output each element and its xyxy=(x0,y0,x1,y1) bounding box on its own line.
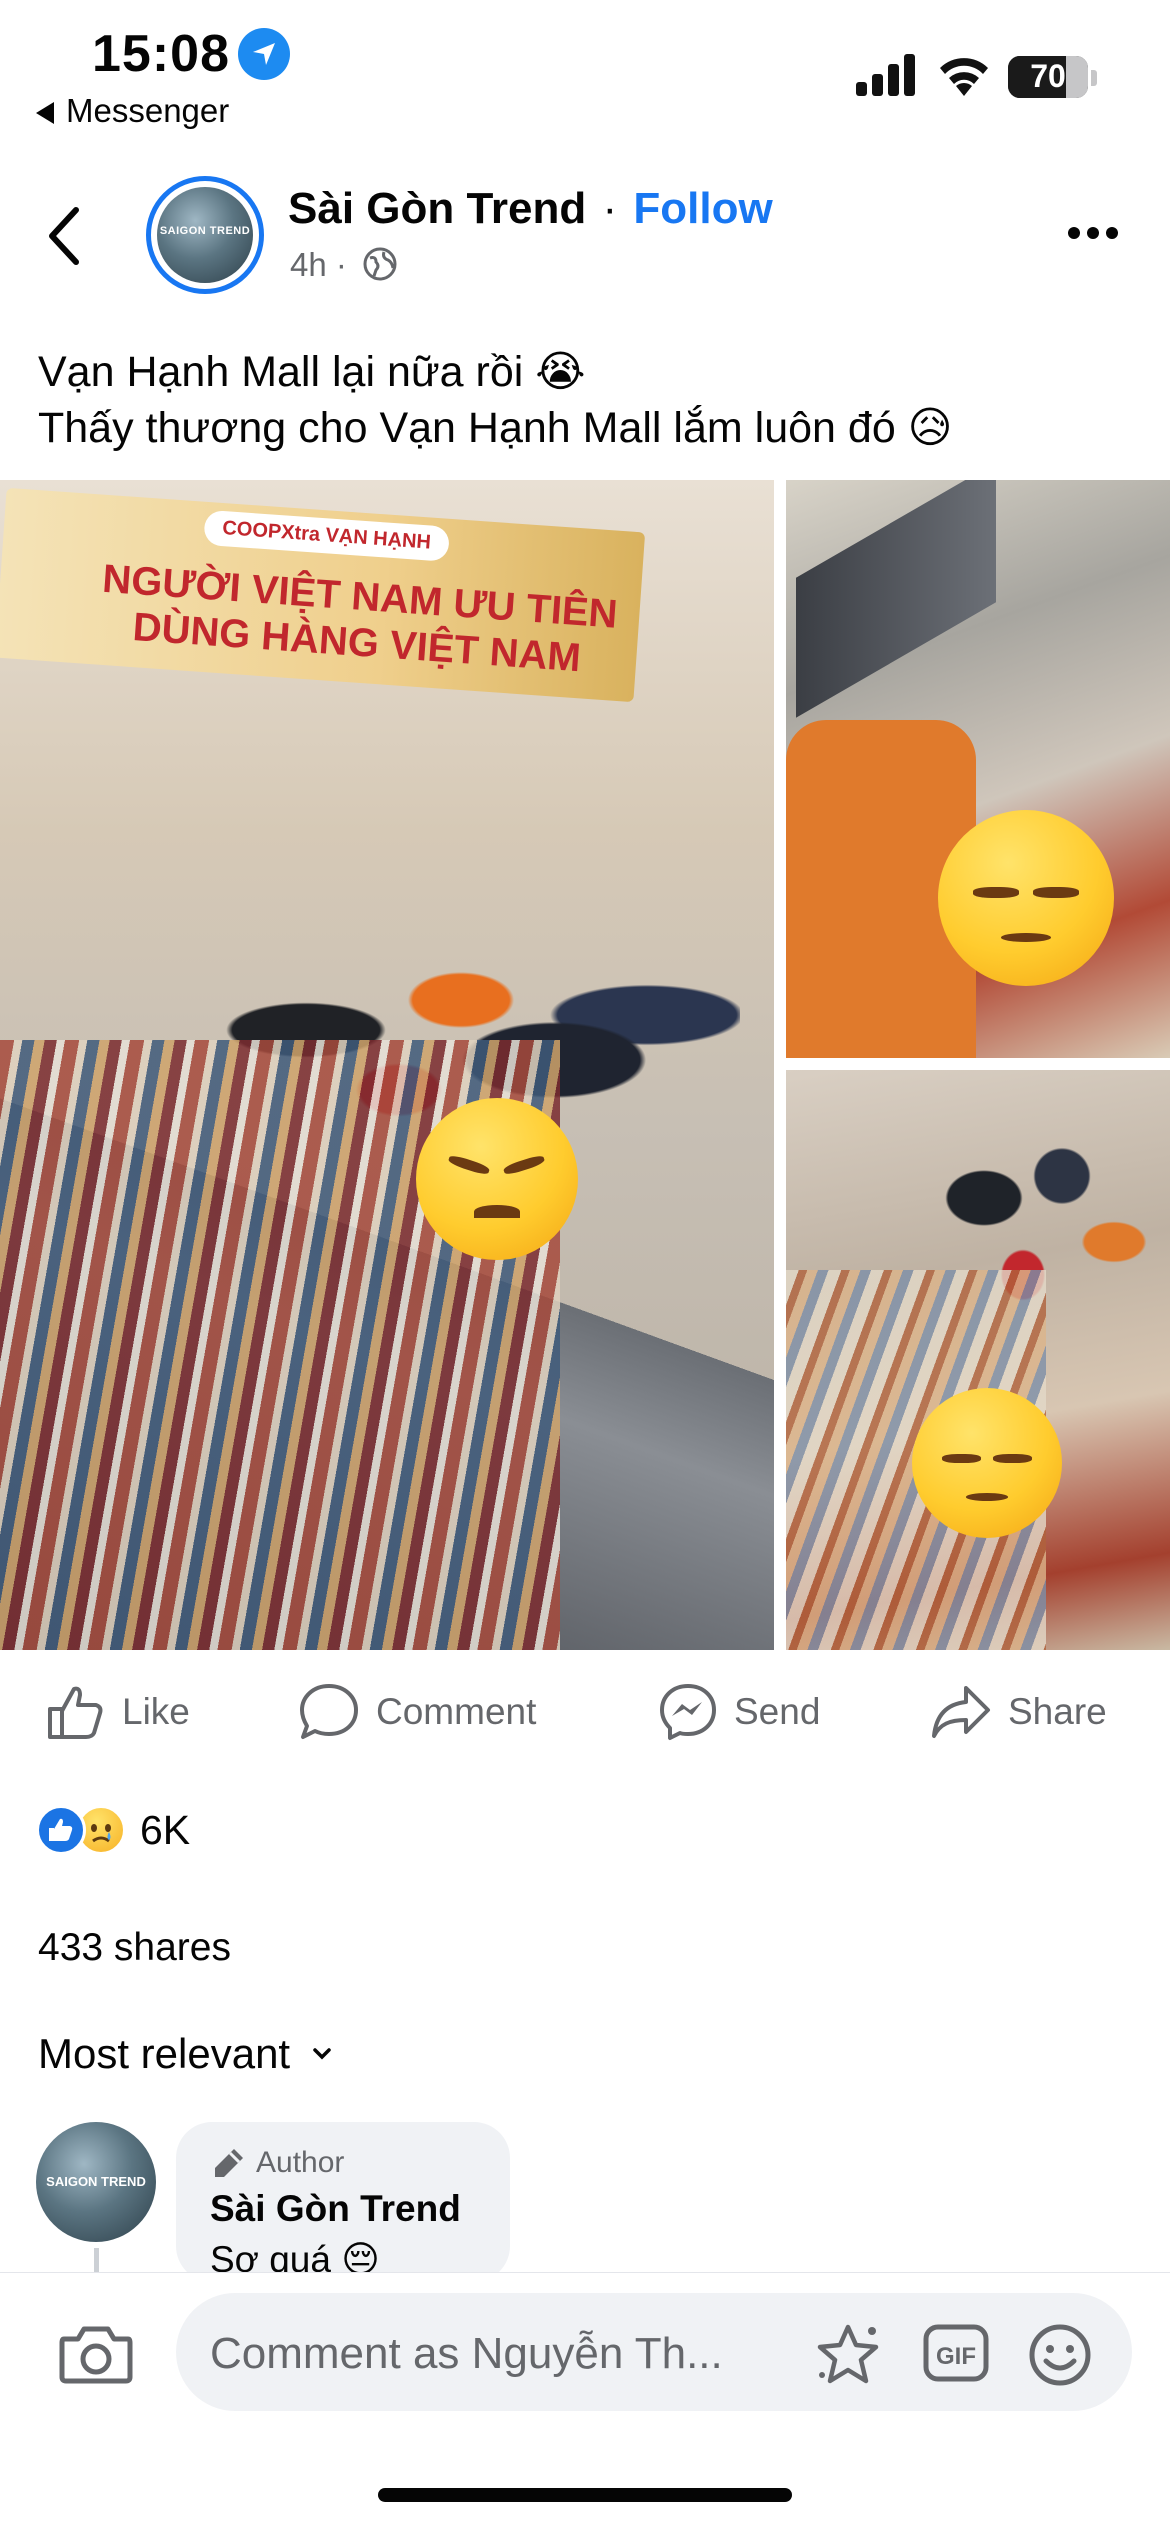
gif-icon[interactable]: GIF xyxy=(922,2323,990,2383)
cellular-signal-icon xyxy=(856,54,915,96)
banner-logo: COOPXtra VẠN HẠNH xyxy=(203,509,450,562)
share-count[interactable]: 433 shares xyxy=(38,1926,231,1970)
avatar-sticker-icon[interactable] xyxy=(812,2323,884,2387)
comment-button[interactable]: Comment xyxy=(298,1682,536,1742)
post-caption: Vạn Hạnh Mall lại nữa rồi 😭 Thấy thương … xyxy=(38,344,1138,456)
back-chevron-icon[interactable] xyxy=(46,206,82,266)
emoji-icon[interactable] xyxy=(1028,2323,1092,2387)
author-badge-label: Author xyxy=(256,2146,345,2179)
messenger-icon xyxy=(660,1684,716,1740)
globe-icon xyxy=(363,247,397,281)
more-options-icon[interactable] xyxy=(1068,226,1125,244)
page-avatar-text: SAIGON TREND xyxy=(159,225,251,237)
location-arrow-icon xyxy=(238,28,290,80)
comment-input[interactable]: Comment as Nguyễn Th... GIF xyxy=(176,2293,1132,2411)
share-button[interactable]: Share xyxy=(930,1682,1107,1742)
camera-icon[interactable] xyxy=(58,2323,134,2385)
caption-line-2: Thấy thương cho Vạn Hạnh Mall lắm luôn đ… xyxy=(38,404,953,452)
like-button[interactable]: Like xyxy=(46,1682,190,1742)
share-arrow-icon xyxy=(932,1686,990,1738)
store-banner: COOPXtra VẠN HẠNH NGƯỜI VIỆT NAM ƯU TIÊN… xyxy=(0,487,646,703)
post-photo-bottom-right[interactable] xyxy=(786,1070,1170,1650)
post-photo-top-right[interactable] xyxy=(786,480,1170,1058)
reaction-count: 6K xyxy=(140,1806,191,1853)
back-to-app-link[interactable]: Messenger xyxy=(36,92,229,130)
post-photo-main[interactable]: COOPXtra VẠN HẠNH NGƯỜI VIỆT NAM ƯU TIÊN… xyxy=(0,480,774,1650)
pensive-face-emoji xyxy=(912,1388,1062,1538)
comment-input-placeholder: Comment as Nguyễn Th... xyxy=(210,2329,723,2378)
send-label: Send xyxy=(734,1691,821,1732)
page-name[interactable]: Sài Gòn Trend xyxy=(288,184,586,233)
follow-button[interactable]: Follow xyxy=(633,184,772,233)
back-app-label: Messenger xyxy=(66,92,230,129)
name-separator: · xyxy=(602,184,618,233)
post-meta: 4h · xyxy=(290,246,398,284)
pensive-face-emoji xyxy=(938,810,1114,986)
status-bar: 15:08 Messenger 70 xyxy=(0,0,1170,140)
photo-grid: COOPXtra VẠN HẠNH NGƯỜI VIỆT NAM ƯU TIÊN… xyxy=(0,480,1170,1650)
page-name-row: Sài Gòn Trend · Follow xyxy=(288,184,773,234)
author-badge: Author xyxy=(212,2146,344,2180)
post-action-bar: Like Comment Send Share xyxy=(0,1668,1170,1756)
comment-bubble-icon xyxy=(300,1684,358,1739)
comment-sort-label: Most relevant xyxy=(38,2030,291,2077)
commenter-avatar-text: SAIGON TREND xyxy=(46,2174,146,2189)
battery-level: 70 xyxy=(1030,58,1066,94)
status-time: 15:08 xyxy=(92,25,230,83)
pencil-icon xyxy=(215,2149,243,2177)
battery-icon: 70 xyxy=(1008,56,1088,98)
commenter-name[interactable]: Sài Gòn Trend xyxy=(210,2188,461,2230)
like-thumb-icon xyxy=(48,1686,103,1739)
like-reaction-icon xyxy=(36,1805,86,1855)
page-avatar[interactable]: SAIGON TREND xyxy=(146,176,264,294)
share-label: Share xyxy=(1008,1691,1107,1732)
comment-label: Comment xyxy=(376,1691,537,1732)
send-button[interactable]: Send xyxy=(658,1682,820,1742)
comment-bubble: Author Sài Gòn Trend Sợ quá 😔 xyxy=(176,2122,510,2282)
home-indicator[interactable] xyxy=(378,2488,792,2502)
commenter-avatar[interactable]: SAIGON TREND xyxy=(36,2122,156,2242)
disappointed-face-emoji xyxy=(416,1098,578,1260)
post-header: SAIGON TREND Sài Gòn Trend · Follow 4h · xyxy=(0,160,1170,310)
caption-line-1: Vạn Hạnh Mall lại nữa rồi 😭 xyxy=(38,348,586,396)
like-label: Like xyxy=(122,1691,190,1732)
comment-sort-dropdown[interactable]: Most relevant xyxy=(38,2030,332,2078)
wifi-icon xyxy=(940,58,988,96)
chevron-down-icon xyxy=(313,2048,331,2060)
svg-text:GIF: GIF xyxy=(936,2343,976,2370)
post-time[interactable]: 4h · xyxy=(290,246,347,283)
reaction-summary[interactable]: 6K xyxy=(36,1800,190,1860)
